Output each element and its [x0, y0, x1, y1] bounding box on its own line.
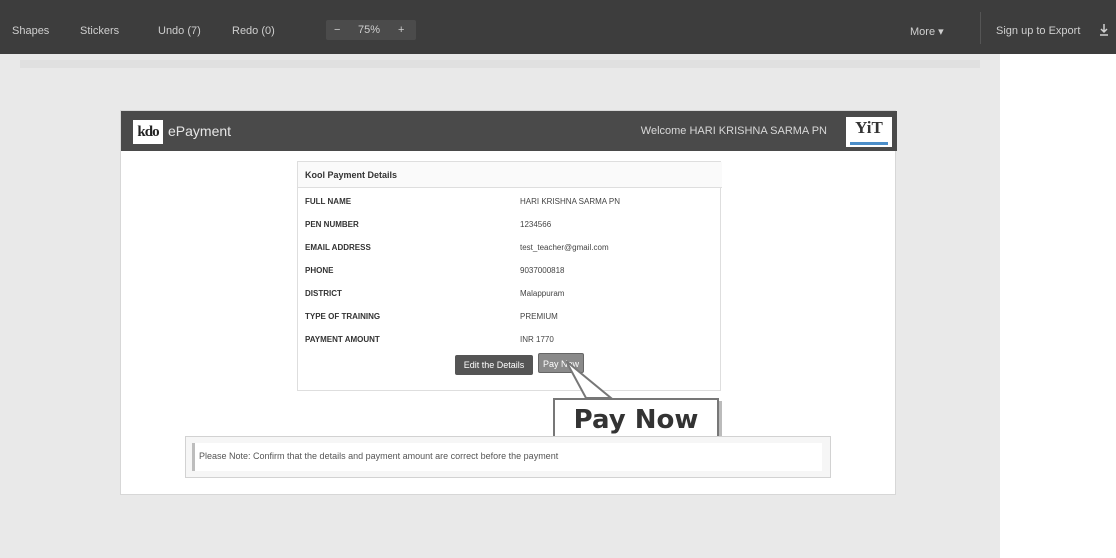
detail-label: PHONE — [305, 266, 334, 275]
detail-row: DISTRICT Malappuram — [305, 289, 715, 303]
undo-button[interactable]: Undo (7) — [158, 25, 201, 37]
detail-row: EMAIL ADDRESS test_teacher@gmail.com — [305, 243, 715, 257]
partner-logo-bar — [850, 142, 888, 145]
payment-note: Please Note: Confirm that the details an… — [192, 443, 822, 471]
toolbar-divider — [980, 12, 981, 44]
editor-toolbar: Shapes Stickers Undo (7) Redo (0) − 75% … — [0, 0, 1116, 54]
note-panel: Please Note: Confirm that the details an… — [185, 436, 831, 478]
detail-value: 9037000818 — [520, 266, 565, 275]
detail-label: TYPE OF TRAINING — [305, 312, 381, 321]
detail-value: HARI KRISHNA SARMA PN — [520, 197, 621, 206]
zoom-out-button[interactable]: − — [334, 24, 340, 36]
detail-value: PREMIUM — [520, 312, 558, 321]
detail-row: PHONE 9037000818 — [305, 266, 715, 280]
detail-row: PAYMENT AMOUNT INR 1770 — [305, 335, 715, 349]
detail-label: FULL NAME — [305, 197, 352, 206]
payment-screenshot: kdo ePayment Welcome HARI KRISHNA SARMA … — [120, 110, 897, 495]
app-header: kdo ePayment Welcome HARI KRISHNA SARMA … — [121, 111, 897, 151]
shapes-button[interactable]: Shapes — [12, 25, 49, 37]
callout-pointer — [566, 361, 614, 399]
detail-label: EMAIL ADDRESS — [305, 243, 371, 252]
detail-value: INR 1770 — [520, 335, 554, 344]
more-menu[interactable]: More ▾ — [910, 25, 944, 38]
welcome-text: Welcome HARI KRISHNA SARMA PN — [640, 125, 827, 137]
detail-label: DISTRICT — [305, 289, 342, 298]
detail-label: PEN NUMBER — [305, 220, 359, 229]
detail-row: TYPE OF TRAINING PREMIUM — [305, 312, 715, 326]
detail-value: 1234566 — [520, 220, 552, 229]
edit-details-button[interactable]: Edit the Details — [455, 355, 533, 375]
partner-logo: YiT — [846, 117, 892, 147]
partner-logo-text: YiT — [855, 118, 883, 137]
export-icon[interactable] — [1099, 23, 1109, 37]
detail-row: PEN NUMBER 1234566 — [305, 220, 715, 234]
stickers-button[interactable]: Stickers — [80, 25, 119, 37]
detail-label: PAYMENT AMOUNT — [305, 335, 380, 344]
canvas-strip — [20, 60, 980, 68]
detail-value: Malappuram — [520, 289, 565, 298]
app-title: ePayment — [168, 123, 232, 139]
panel-heading: Kool Payment Details — [298, 162, 722, 188]
kool-logo: kdo — [133, 120, 163, 144]
redo-button[interactable]: Redo (0) — [232, 25, 275, 37]
signup-export-button[interactable]: Sign up to Export — [996, 25, 1080, 37]
zoom-control: − 75% + — [326, 20, 416, 40]
detail-row: FULL NAME HARI KRISHNA SARMA PN — [305, 197, 715, 211]
detail-value: test_teacher@gmail.com — [520, 243, 609, 252]
zoom-in-button[interactable]: + — [398, 24, 404, 36]
zoom-level: 75% — [358, 24, 381, 36]
